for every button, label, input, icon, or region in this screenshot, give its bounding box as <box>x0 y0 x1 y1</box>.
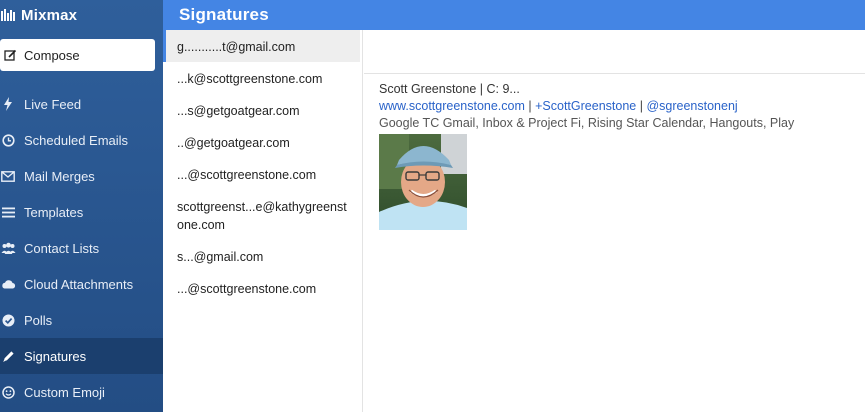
signature-description: Google TC Gmail, Inbox & Project Fi, Ris… <box>379 116 795 130</box>
list-item[interactable]: ...@scottgreenstone.com <box>163 158 360 190</box>
users-icon <box>0 242 16 254</box>
compose-label: Compose <box>24 47 80 63</box>
app-name: Mixmax <box>21 6 78 24</box>
website-link[interactable]: www.scottgreenstone.com <box>379 99 525 113</box>
compose-button[interactable]: Compose <box>0 39 155 71</box>
list-icon <box>0 207 16 218</box>
sidebar-nav: Live Feed Scheduled Emails Mail Merges T… <box>0 86 163 410</box>
mixmax-logo-icon <box>1 9 15 21</box>
sidebar-item-templates[interactable]: Templates <box>0 194 163 230</box>
sidebar-item-label: Signatures <box>24 348 87 364</box>
signature-name-line: Scott Greenstone | C: 9... <box>379 82 520 96</box>
sidebar-item-label: Cloud Attachments <box>24 276 134 292</box>
sidebar-item-mail-merges[interactable]: Mail Merges <box>0 158 163 194</box>
page-title: Signatures <box>179 5 269 24</box>
sidebar-item-label: Templates <box>24 204 84 220</box>
sidebar-item-signatures[interactable]: Signatures <box>0 338 163 374</box>
gplus-link[interactable]: +ScottGreenstone <box>535 99 636 113</box>
list-item[interactable]: ...k@scottgreenstone.com <box>163 62 360 94</box>
list-item[interactable]: g...........t@gmail.com <box>163 30 360 62</box>
signature-links: www.scottgreenstone.com | +ScottGreensto… <box>379 98 794 115</box>
sidebar-item-cloud-attachments[interactable]: Cloud Attachments <box>0 266 163 302</box>
sidebar-item-custom-emoji[interactable]: Custom Emoji <box>0 374 163 410</box>
sidebar-item-label: Scheduled Emails <box>24 132 129 148</box>
envelope-icon <box>0 170 16 182</box>
list-item[interactable]: s...@gmail.com <box>163 240 360 272</box>
signature-toolbar <box>364 30 865 74</box>
list-item[interactable]: ...s@getgoatgear.com <box>163 94 360 126</box>
separator: | <box>528 99 532 113</box>
sidebar-item-label: Mail Merges <box>24 168 95 184</box>
signature-email-list: g...........t@gmail.com ...k@scottgreens… <box>163 30 363 412</box>
signature-preview-pane: Scott Greenstone | C: 9... www.scottgree… <box>364 30 865 412</box>
sidebar-item-contact-lists[interactable]: Contact Lists <box>0 230 163 266</box>
sidebar-item-label: Custom Emoji <box>24 384 105 400</box>
sidebar-item-scheduled-emails[interactable]: Scheduled Emails <box>0 122 163 158</box>
check-circle-icon <box>0 314 16 327</box>
clock-icon <box>0 133 16 147</box>
twitter-link[interactable]: @sgreenstonenj <box>646 99 737 113</box>
sidebar: Mixmax Compose Live Feed Scheduled Email… <box>0 0 163 412</box>
list-item[interactable]: ...@scottgreenstone.com <box>163 272 360 304</box>
sidebar-item-label: Live Feed <box>24 96 82 112</box>
pencil-icon <box>0 350 16 363</box>
list-item[interactable]: ..@getgoatgear.com <box>163 126 360 158</box>
profile-photo <box>379 134 467 230</box>
signature-content[interactable]: Scott Greenstone | C: 9... www.scottgree… <box>379 81 794 235</box>
page-header: Signatures <box>163 0 865 30</box>
sidebar-item-label: Contact Lists <box>24 240 100 256</box>
cloud-icon <box>0 279 16 289</box>
sidebar-item-live-feed[interactable]: Live Feed <box>0 86 163 122</box>
compose-icon <box>3 49 17 62</box>
separator: | <box>639 99 643 113</box>
list-item[interactable]: scottgreenst...e@kathygreenstone.com <box>163 190 360 240</box>
smiley-icon <box>0 385 16 399</box>
brand[interactable]: Mixmax <box>0 0 163 30</box>
sidebar-item-polls[interactable]: Polls <box>0 302 163 338</box>
bolt-icon <box>0 97 16 111</box>
sidebar-item-label: Polls <box>24 312 53 328</box>
